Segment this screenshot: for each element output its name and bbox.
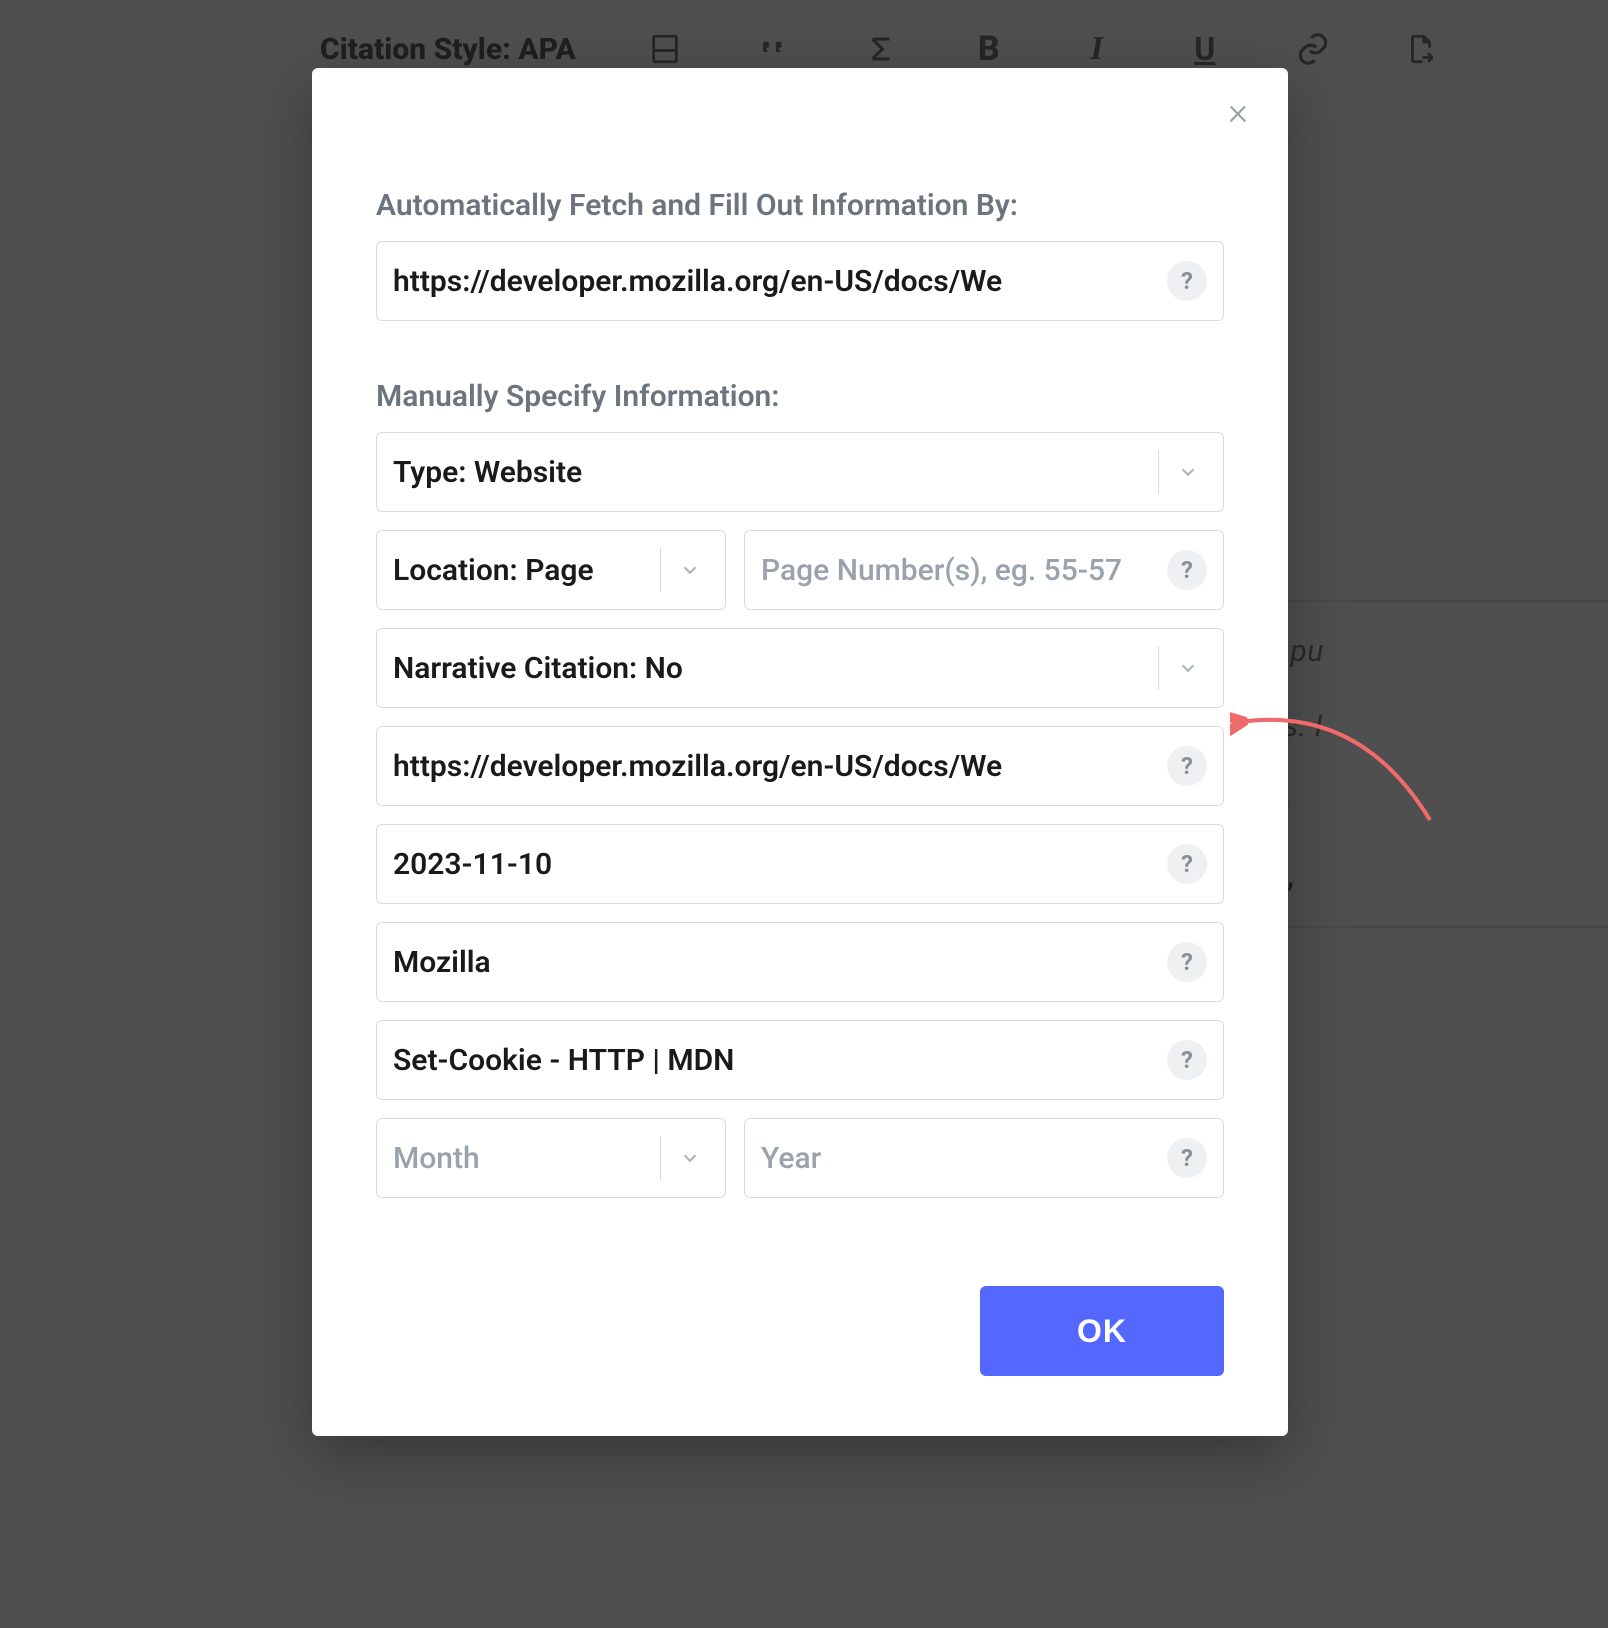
help-icon[interactable]: ? xyxy=(1167,261,1207,301)
help-icon[interactable]: ? xyxy=(1167,746,1207,786)
separator xyxy=(660,1136,661,1180)
manual-specify-label: Manually Specify Information: xyxy=(376,379,1224,414)
page-number-placeholder: Page Number(s), eg. 55-57 xyxy=(761,553,1157,588)
location-select-value: Location: Page xyxy=(393,553,656,588)
separator xyxy=(660,548,661,592)
location-select[interactable]: Location: Page xyxy=(376,530,726,610)
chevron-down-icon xyxy=(671,1139,709,1177)
page-number-input[interactable]: Page Number(s), eg. 55-57 ? xyxy=(744,530,1224,610)
auto-fetch-url-value: https://developer.mozilla.org/en-US/docs… xyxy=(393,264,1157,299)
help-icon[interactable]: ? xyxy=(1167,844,1207,884)
month-placeholder: Month xyxy=(393,1141,656,1176)
auto-fetch-label: Automatically Fetch and Fill Out Informa… xyxy=(376,188,1224,223)
url-input[interactable]: https://developer.mozilla.org/en-US/docs… xyxy=(376,726,1224,806)
date-accessed-value: 2023-11-10 xyxy=(393,847,1157,882)
title-value: Set-Cookie - HTTP | MDN xyxy=(393,1043,1157,1078)
help-icon[interactable]: ? xyxy=(1167,1138,1207,1178)
title-input[interactable]: Set-Cookie - HTTP | MDN ? xyxy=(376,1020,1224,1100)
year-placeholder: Year xyxy=(761,1141,1157,1176)
close-icon: × xyxy=(1228,90,1248,134)
help-icon[interactable]: ? xyxy=(1167,1040,1207,1080)
help-icon[interactable]: ? xyxy=(1167,550,1207,590)
type-select-value: Type: Website xyxy=(393,455,1154,490)
narrative-citation-select[interactable]: Narrative Citation: No xyxy=(376,628,1224,708)
publisher-value: Mozilla xyxy=(393,945,1157,980)
month-select[interactable]: Month xyxy=(376,1118,726,1198)
type-select[interactable]: Type: Website xyxy=(376,432,1224,512)
separator xyxy=(1158,450,1159,494)
url-input-value: https://developer.mozilla.org/en-US/docs… xyxy=(393,749,1157,784)
citation-dialog: × Automatically Fetch and Fill Out Infor… xyxy=(312,68,1288,1436)
separator xyxy=(1158,646,1159,690)
narrative-citation-value: Narrative Citation: No xyxy=(393,651,1154,686)
auto-fetch-url-input[interactable]: https://developer.mozilla.org/en-US/docs… xyxy=(376,241,1224,321)
close-button[interactable]: × xyxy=(1216,90,1260,134)
chevron-down-icon xyxy=(1169,453,1207,491)
chevron-down-icon xyxy=(671,551,709,589)
ok-button[interactable]: OK xyxy=(980,1286,1224,1376)
year-input[interactable]: Year ? xyxy=(744,1118,1224,1198)
help-icon[interactable]: ? xyxy=(1167,942,1207,982)
date-accessed-input[interactable]: 2023-11-10 ? xyxy=(376,824,1224,904)
chevron-down-icon xyxy=(1169,649,1207,687)
publisher-input[interactable]: Mozilla ? xyxy=(376,922,1224,1002)
dialog-footer: OK xyxy=(376,1286,1224,1376)
